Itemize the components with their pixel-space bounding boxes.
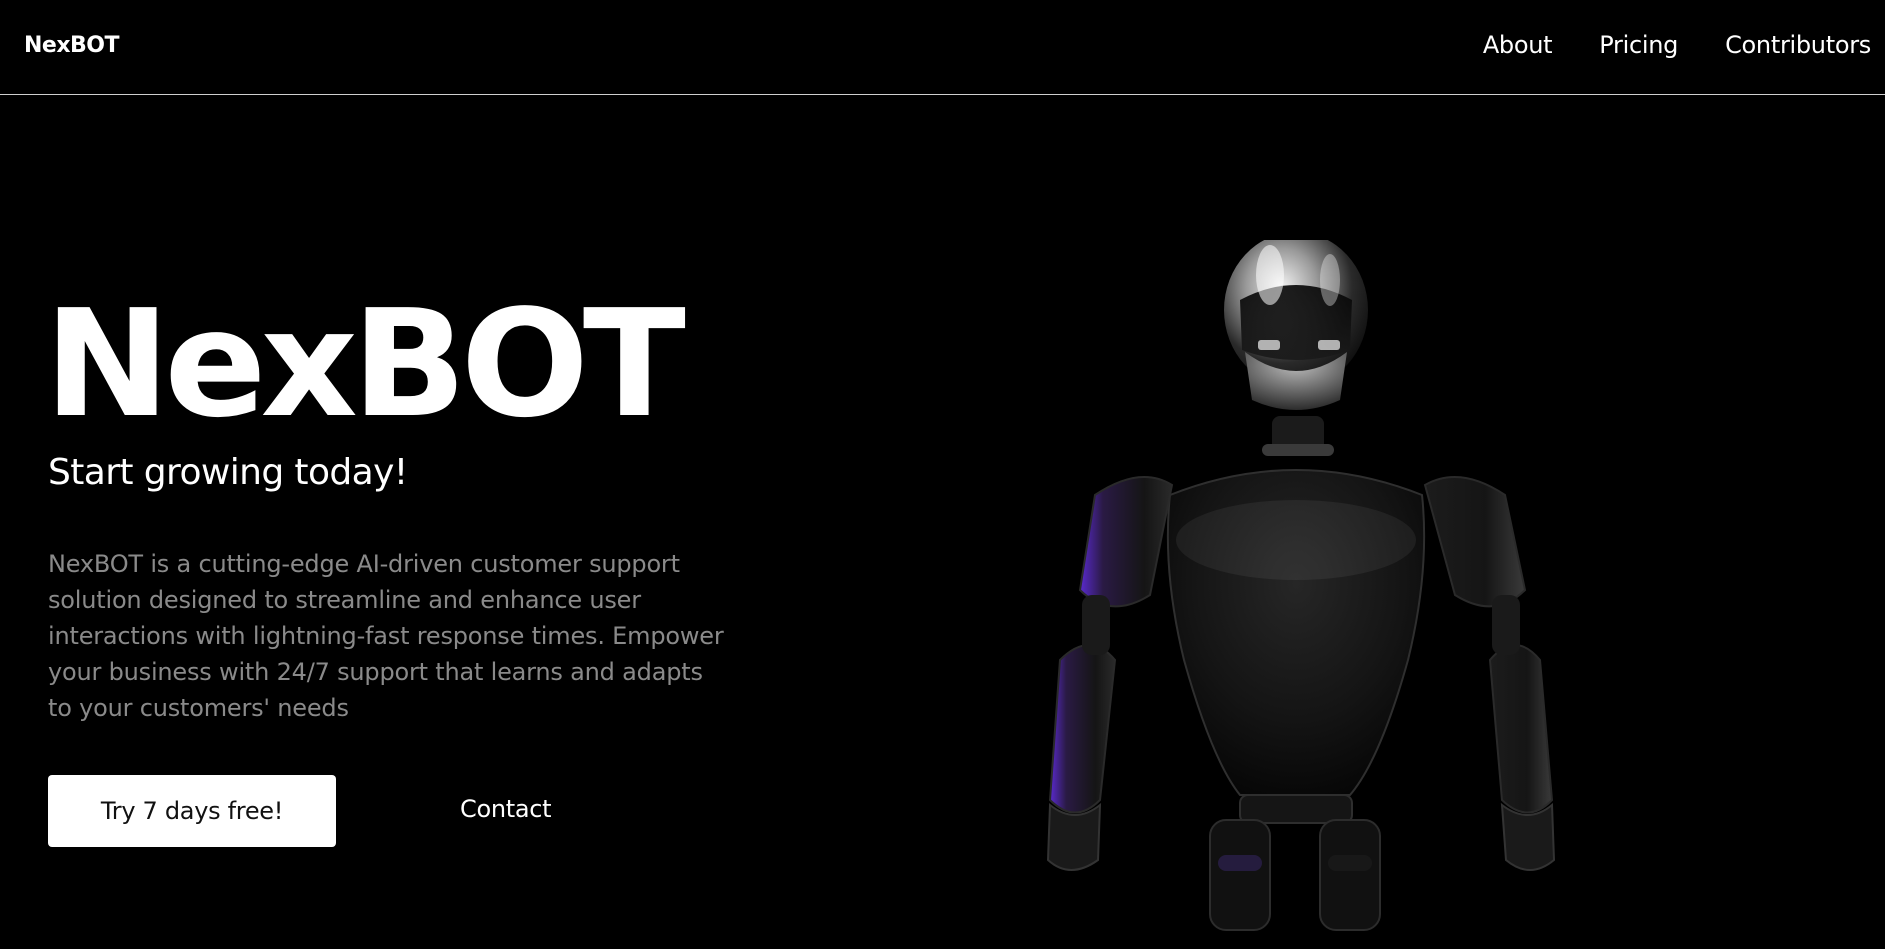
- brand-logo[interactable]: NexBOT: [24, 33, 120, 58]
- free-trial-button[interactable]: Try 7 days free!: [48, 775, 336, 847]
- landing-page: NexBOT About Pricing Contributors NexBOT…: [0, 0, 1885, 949]
- robot-illustration: [1046, 240, 1556, 931]
- nav-link-pricing[interactable]: Pricing: [1599, 31, 1678, 59]
- contact-link[interactable]: Contact: [460, 795, 552, 823]
- nav-links: About Pricing Contributors: [1483, 31, 1871, 59]
- hero-title: NexBOT: [44, 278, 686, 450]
- top-nav: NexBOT About Pricing Contributors: [0, 0, 1885, 95]
- hero-subtitle: Start growing today!: [48, 452, 408, 493]
- hero-description: NexBOT is a cutting-edge AI-driven custo…: [48, 550, 724, 722]
- nav-link-about[interactable]: About: [1483, 31, 1553, 59]
- nav-link-contributors[interactable]: Contributors: [1725, 31, 1871, 59]
- robot-head: [1224, 240, 1368, 410]
